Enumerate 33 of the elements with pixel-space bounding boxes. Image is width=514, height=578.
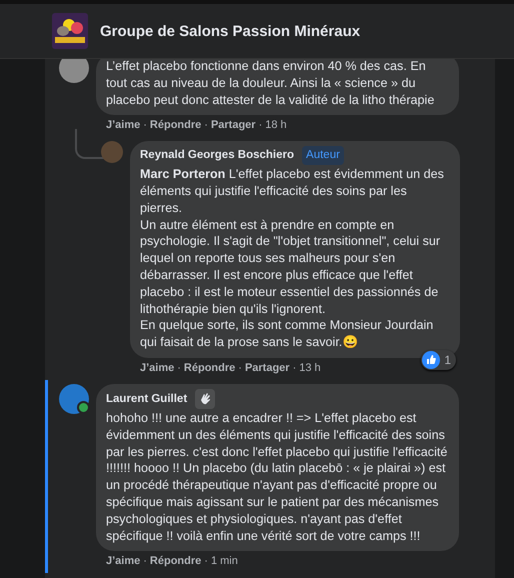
comment-author[interactable]: Reynald Georges Boschiero — [140, 147, 294, 164]
separator-dot: · — [258, 119, 262, 132]
comment-time[interactable]: 1 min — [210, 555, 238, 568]
comment-action-link[interactable]: Répondre — [184, 362, 236, 374]
reaction-count[interactable]: 1 — [421, 350, 456, 370]
avatar[interactable] — [59, 59, 89, 83]
separator-dot: · — [204, 555, 208, 568]
comment-text: hohoho !!! une autre a encadrer !! => L'effet placebo est évidemment un des éléments qui justifie l'efficacité des soins par les pierres. c'est donc l'effet placebo qui justifie l'efficacité !!!!!!! hoooo !! Un placebo (du latin placebō : « je plairai ») est un procédé thérapeutique n'ayant pas d'efficacité propre ou spécifique mais agissant sur le patient par des mécanismes psychologiques et physiologiques. n'ayant pas d'effet spécifique !! voilà enfin une vérité sort de votre camps !!! — [106, 410, 448, 544]
comment-action-link[interactable]: Répondre — [150, 119, 202, 132]
comment-author[interactable]: Laurent Guillet — [106, 390, 188, 408]
group-title[interactable]: Groupe de Salons Passion Minéraux — [100, 22, 360, 40]
comment-action-link[interactable]: Répondre — [150, 555, 202, 568]
comment-action-link[interactable]: Partager — [210, 119, 256, 132]
avatar[interactable] — [59, 384, 89, 414]
comment-text: Marc Porteron L'effet placebo est évidemment un des éléments qui justifie l'efficacité des soins par les pierres. — [140, 166, 445, 217]
separator-dot: · — [204, 119, 208, 132]
author-badge: Auteur — [302, 146, 344, 166]
group-logo — [52, 13, 88, 49]
separator-dot: · — [292, 362, 296, 374]
comment-text: En quelque sorte, ils sont comme Monsieur Jourdain qui faisait de la prose sans le savoir.😀 — [140, 317, 434, 351]
comment-action-link[interactable]: Partager — [244, 362, 290, 374]
comment-action-link[interactable]: J’aime — [106, 119, 140, 132]
comment-action-link[interactable]: J’aime — [140, 362, 174, 374]
comment-action-link[interactable]: J’aime — [106, 555, 140, 568]
comment-text: L’effet placebo fonctionne dans environ 40 % des cas. En tout cas au niveau de la douleur. Ainsi la « science » du placebo peut donc attester de la validité de la litho thérapie — [106, 59, 436, 108]
hand-icon — [195, 388, 216, 409]
separator-dot: · — [143, 555, 147, 568]
separator-dot: · — [177, 362, 181, 374]
comment-text: Un autre élément est à prendre en compte en psychologie. Il s'agit de "l'objet transitionnel", celui sur lequel on reporte tous ses malheurs pour s'en débarrasser. Il est encore plus efficace que l'effet placebo : il est le moteur essentiel des passionnés de lithothérapie bien qu'ils l'ignorent. — [140, 216, 442, 318]
comment-time[interactable]: 18 h — [265, 119, 287, 132]
separator-dot: · — [238, 362, 242, 374]
separator-dot: · — [143, 119, 147, 132]
comment-time[interactable]: 13 h — [299, 362, 321, 374]
